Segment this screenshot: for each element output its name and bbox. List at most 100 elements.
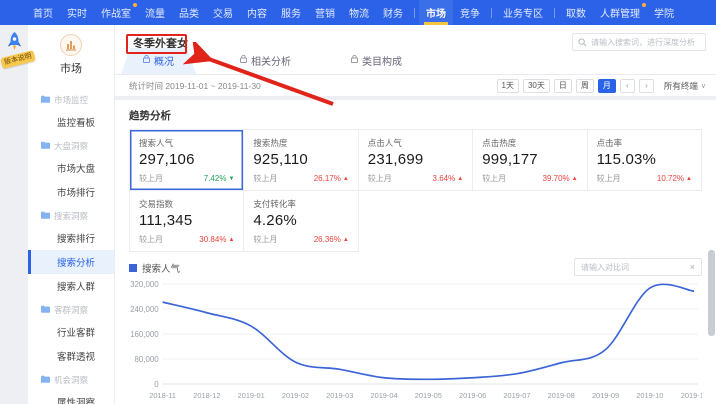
nav-item-品类[interactable]: 品类 — [172, 0, 206, 25]
x-axis-tick: 2018-11 — [149, 391, 176, 400]
next-page-button[interactable]: › — [639, 79, 654, 93]
date-filter-row: 统计时间 2019-11-01 ~ 2019-11-30 1天 30天 日周月 ‹… — [115, 75, 716, 96]
empty-cell — [359, 191, 473, 252]
metric-card-点击热度[interactable]: 点击热度999,177较上月39.70%▲ — [473, 130, 587, 191]
badge-dot — [642, 3, 646, 7]
sidebar-item-行业客群[interactable]: 行业客群 — [28, 320, 114, 344]
x-axis-tick: 2019-06 — [459, 391, 486, 400]
compare-input[interactable] — [581, 263, 686, 272]
lock-icon — [240, 55, 247, 66]
scrollbar-thumb[interactable] — [708, 250, 715, 336]
metric-card-点击率[interactable]: 点击率115.03%较上月10.72%▲ — [588, 130, 702, 191]
nav-item-内容[interactable]: 内容 — [240, 0, 274, 25]
x-axis-tick: 2019-11 — [681, 391, 702, 400]
granularity-button-月[interactable]: 月 — [598, 79, 616, 93]
delta-pct: 3.64% — [433, 174, 456, 183]
nav-item-流量[interactable]: 流量 — [138, 0, 172, 25]
nav-item-营销[interactable]: 营销 — [308, 0, 342, 25]
sidebar-item-搜索排行[interactable]: 搜索排行 — [28, 226, 114, 250]
up-arrow-icon: ▲ — [572, 176, 578, 182]
granularity-button-日[interactable]: 日 — [554, 79, 572, 93]
x-axis-tick: 2019-05 — [415, 391, 442, 400]
metric-label: 交易指数 — [139, 198, 234, 210]
metric-value: 925,110 — [253, 151, 348, 168]
y-axis-tick: 0 — [154, 380, 159, 389]
sidebar-item-市场排行[interactable]: 市场排行 — [28, 180, 114, 204]
metric-delta: 较上月7.42%▼ — [139, 173, 234, 184]
metric-card-点击人气[interactable]: 点击人气231,699较上月3.64%▲ — [359, 130, 473, 191]
tab-相关分析[interactable]: 相关分析 — [224, 48, 307, 74]
nav-item-交易[interactable]: 交易 — [206, 0, 240, 25]
empty-cell — [473, 191, 587, 252]
keyword-search-box[interactable] — [572, 33, 706, 51]
sidebar-item-搜索分析[interactable]: 搜索分析 — [28, 250, 114, 274]
nav-item-财务[interactable]: 财务 — [376, 0, 410, 25]
range-button-1天[interactable]: 1天 — [497, 79, 519, 93]
terminal-dropdown[interactable]: 所有终端 ∨ — [664, 80, 706, 92]
delta-pct: 7.42% — [204, 174, 227, 183]
sidebar-group-客群洞察: 客群洞察 — [28, 298, 114, 320]
metric-label: 点击人气 — [368, 137, 463, 149]
close-icon[interactable]: × — [686, 262, 695, 272]
nav-divider — [491, 8, 492, 18]
nav-item-竞争[interactable]: 竞争 — [453, 0, 487, 25]
metric-card-支付转化率[interactable]: 支付转化率4.26%较上月26.36%▲ — [244, 191, 358, 252]
nav-item-首页[interactable]: 首页 — [26, 0, 60, 25]
delta-pct: 26.17% — [314, 174, 341, 183]
metric-value: 111,345 — [139, 212, 234, 229]
nav-item-市场[interactable]: 市场 — [419, 0, 453, 25]
x-axis-tick: 2019-02 — [282, 391, 309, 400]
search-input[interactable] — [591, 38, 700, 47]
metric-card-交易指数[interactable]: 交易指数111,345较上月30.84%▲ — [130, 191, 244, 252]
metric-value: 4.26% — [253, 212, 348, 229]
trend-line-chart: 080,000160,000240,000320,0002018-112018-… — [129, 278, 702, 404]
compare-label: 较上月 — [482, 173, 506, 184]
folder-icon — [41, 305, 50, 315]
group-label: 市场监控 — [54, 94, 88, 106]
granularity-button-周[interactable]: 周 — [576, 79, 594, 93]
nav-item-取数[interactable]: 取数 — [559, 0, 593, 25]
range-button-30天[interactable]: 30天 — [523, 79, 550, 93]
nav-item-物流[interactable]: 物流 — [342, 0, 376, 25]
down-arrow-icon: ▼ — [228, 176, 234, 182]
delta-pct: 26.36% — [314, 235, 341, 244]
delta-value: 26.17%▲ — [314, 174, 349, 183]
up-arrow-icon: ▲ — [343, 176, 349, 182]
metric-card-搜索人气[interactable]: 搜索人气297,106较上月7.42%▼ — [130, 130, 244, 191]
nav-item-服务[interactable]: 服务 — [274, 0, 308, 25]
tab-类目构成[interactable]: 类目构成 — [335, 48, 418, 74]
up-arrow-icon: ▲ — [457, 176, 463, 182]
compare-input-box[interactable]: × — [574, 258, 702, 276]
sidebar-item-监控看板[interactable]: 监控看板 — [28, 110, 114, 134]
sidebar-item-市场大盘[interactable]: 市场大盘 — [28, 156, 114, 180]
sidebar-item-客群透视[interactable]: 客群透视 — [28, 344, 114, 368]
metric-delta: 较上月 39.70%▲ — [482, 173, 577, 184]
sidebar-item-搜索人群[interactable]: 搜索人群 — [28, 274, 114, 298]
module-label: 市场 — [28, 60, 114, 76]
sidebar-module-header: 市场 — [28, 25, 114, 76]
metric-label: 搜索人气 — [139, 137, 234, 149]
compare-label: 较上月 — [253, 173, 277, 184]
up-arrow-icon: ▲ — [686, 176, 692, 182]
delta-value: 10.72%▲ — [657, 174, 692, 183]
left-rail: 版本说明 — [0, 25, 28, 404]
metric-delta: 较上月 26.17%▲ — [253, 173, 348, 184]
y-axis-tick: 240,000 — [130, 305, 159, 314]
metric-value: 115.03% — [597, 151, 692, 168]
sidebar-item-属性洞察[interactable]: 属性洞察 — [28, 390, 114, 404]
nav-item-学院[interactable]: 学院 — [647, 0, 681, 25]
tab-概况[interactable]: 概况 — [121, 48, 196, 74]
compare-label: 较上月 — [368, 173, 392, 184]
nav-item-人群管理[interactable]: 人群管理 — [593, 0, 647, 25]
prev-page-button[interactable]: ‹ — [620, 79, 635, 93]
sidebar-group-搜索洞察: 搜索洞察 — [28, 204, 114, 226]
analysis-block: 趋势分析 搜索人气297,106较上月7.42%▼搜索热度925,110较上月2… — [115, 100, 716, 404]
nav-item-实时[interactable]: 实时 — [60, 0, 94, 25]
delta-pct: 39.70% — [543, 174, 570, 183]
metric-card-搜索热度[interactable]: 搜索热度925,110较上月26.17%▲ — [244, 130, 358, 191]
stat-time: 统计时间 2019-11-01 ~ 2019-11-30 — [129, 80, 493, 92]
group-label: 搜索洞察 — [54, 210, 88, 222]
nav-item-业务专区[interactable]: 业务专区 — [496, 0, 550, 25]
nav-item-作战室[interactable]: 作战室 — [94, 0, 138, 25]
legend-swatch — [129, 264, 137, 272]
